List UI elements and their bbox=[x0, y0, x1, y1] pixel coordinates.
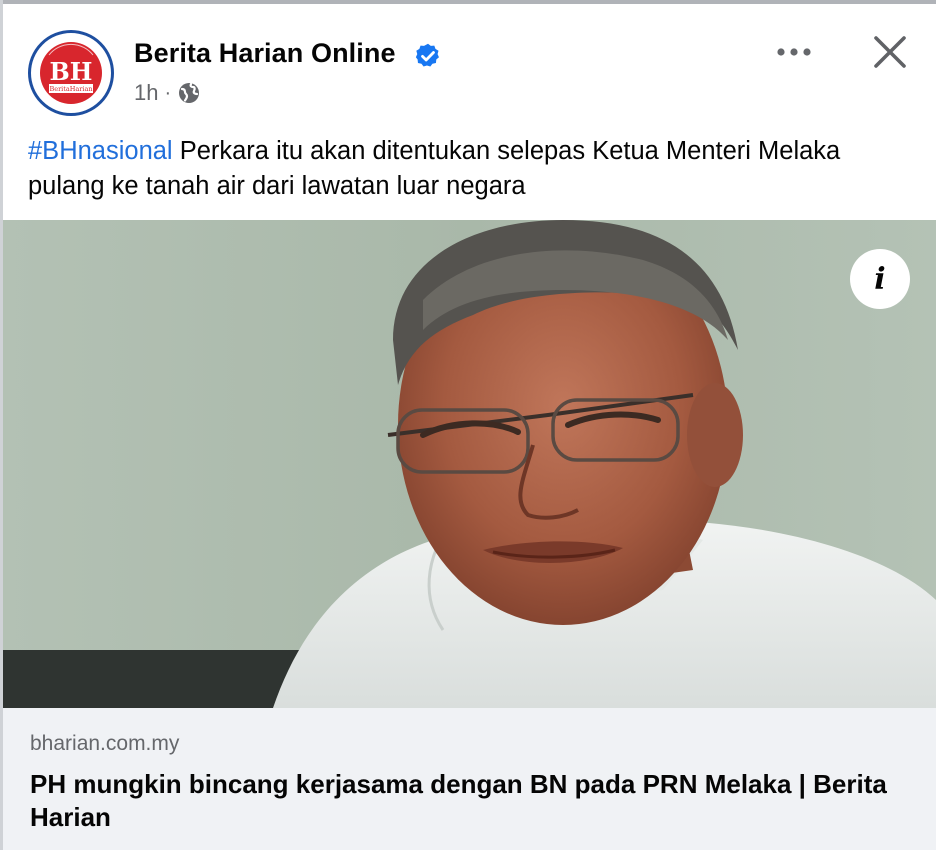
close-icon bbox=[874, 36, 906, 68]
globe-icon[interactable] bbox=[177, 81, 201, 105]
verified-badge-icon bbox=[415, 43, 439, 67]
bh-logo: BH BeritaHarian bbox=[35, 37, 107, 109]
post-header: BH BeritaHarian Berita Harian Online 1h … bbox=[0, 0, 936, 130]
link-preview-card[interactable]: bharian.com.my PH mungkin bincang kerjas… bbox=[3, 708, 936, 850]
logo-text: BH bbox=[50, 57, 93, 86]
meta-separator: · bbox=[164, 81, 172, 104]
article-photo[interactable] bbox=[3, 220, 936, 708]
link-headline: PH mungkin bincang kerjasama dengan BN p… bbox=[30, 769, 887, 832]
more-options-button[interactable] bbox=[772, 34, 816, 70]
info-icon: i bbox=[874, 261, 886, 297]
page-name[interactable]: Berita Harian Online bbox=[134, 38, 396, 69]
logo-sub-text: BeritaHarian bbox=[49, 85, 92, 93]
post-timestamp[interactable]: 1h bbox=[134, 80, 158, 106]
link-domain: bharian.com.my bbox=[30, 732, 180, 755]
info-button[interactable]: i bbox=[850, 249, 910, 309]
more-options-icon bbox=[777, 48, 811, 56]
portrait-image bbox=[3, 220, 936, 708]
close-button[interactable] bbox=[866, 28, 914, 76]
post-meta: 1h · bbox=[134, 78, 201, 108]
post-caption: #BHnasional Perkara itu akan ditentukan … bbox=[28, 134, 908, 204]
hashtag-link[interactable]: #BHnasional bbox=[28, 137, 173, 165]
page-avatar[interactable]: BH BeritaHarian bbox=[28, 30, 114, 116]
